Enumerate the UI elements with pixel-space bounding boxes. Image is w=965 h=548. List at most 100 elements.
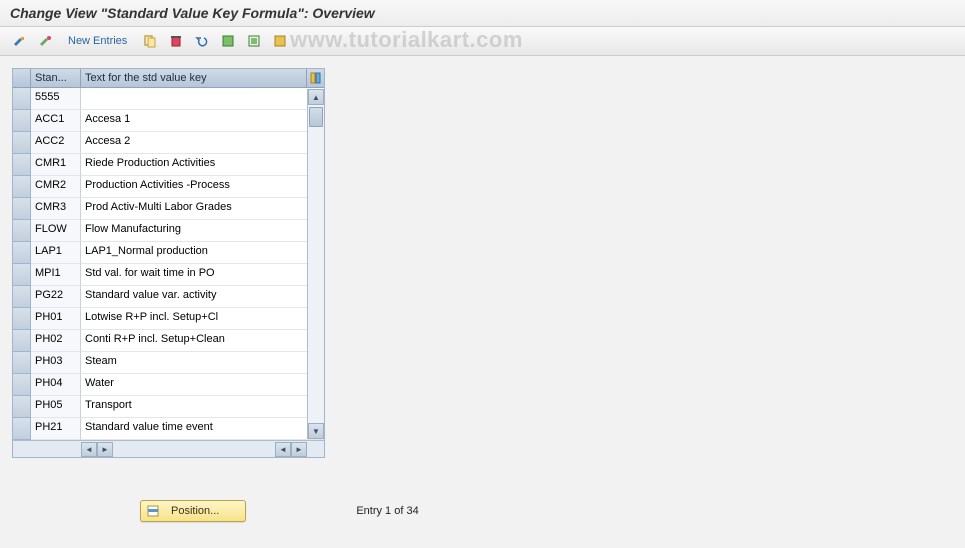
other-view-icon[interactable] [34, 31, 56, 51]
scroll-up-button[interactable]: ▲ [308, 89, 324, 105]
position-label: Position... [171, 505, 219, 517]
row-selector[interactable] [13, 220, 31, 242]
footer: Position... Entry 1 of 34 [140, 500, 419, 522]
key-cell[interactable]: CMR2 [31, 176, 81, 198]
deselect-all-icon[interactable] [269, 31, 291, 51]
row-selector[interactable] [13, 264, 31, 286]
table-container: Stan... Text for the std value key 5555A… [12, 68, 325, 458]
table-row: PH01Lotwise R+P incl. Setup+Cl [13, 308, 324, 330]
scroll-down-button[interactable]: ▼ [308, 423, 324, 439]
text-cell[interactable]: Std val. for wait time in PO [81, 264, 324, 286]
key-cell[interactable]: PH03 [31, 352, 81, 374]
table-row: PH21Standard value time event [13, 418, 324, 440]
table-row: CMR1Riede Production Activities [13, 154, 324, 176]
hscroll-left2-button[interactable]: ◄ [275, 442, 291, 457]
key-cell[interactable]: PH01 [31, 308, 81, 330]
text-cell[interactable]: Transport [81, 396, 324, 418]
table-row: PH02Conti R+P incl. Setup+Clean [13, 330, 324, 352]
hscroll-right2-button[interactable]: ► [291, 442, 307, 457]
table-row: ACC1Accesa 1 [13, 110, 324, 132]
text-cell[interactable]: Steam [81, 352, 324, 374]
table-row: ACC2Accesa 2 [13, 132, 324, 154]
position-icon [147, 504, 161, 518]
table-row: PH05Transport [13, 396, 324, 418]
text-cell[interactable]: Production Activities -Process [81, 176, 324, 198]
row-selector[interactable] [13, 176, 31, 198]
text-cell[interactable]: LAP1_Normal production [81, 242, 324, 264]
page-title-text: Change View "Standard Value Key Formula"… [10, 5, 375, 21]
toolbar: New Entries www.tutorialkart.com [0, 27, 965, 56]
key-cell[interactable]: CMR3 [31, 198, 81, 220]
entry-count-text: Entry 1 of 34 [356, 505, 418, 517]
scroll-thumb[interactable] [309, 107, 323, 127]
text-cell[interactable]: Standard value var. activity [81, 286, 324, 308]
position-button[interactable]: Position... [140, 500, 246, 522]
new-entries-label: New Entries [68, 35, 127, 47]
content-area: Stan... Text for the std value key 5555A… [0, 56, 965, 470]
column-header-key[interactable]: Stan... [31, 69, 81, 87]
key-cell[interactable]: PH05 [31, 396, 81, 418]
text-cell[interactable]: Water [81, 374, 324, 396]
row-selector[interactable] [13, 132, 31, 154]
table-row: MPI1Std val. for wait time in PO [13, 264, 324, 286]
page-title: Change View "Standard Value Key Formula"… [0, 0, 965, 27]
key-cell[interactable]: ACC2 [31, 132, 81, 154]
select-all-icon[interactable] [217, 31, 239, 51]
row-selector[interactable] [13, 330, 31, 352]
key-cell[interactable]: PG22 [31, 286, 81, 308]
key-cell[interactable]: PH21 [31, 418, 81, 440]
text-cell[interactable]: Standard value time event [81, 418, 324, 440]
display-change-toggle-icon[interactable] [8, 31, 30, 51]
row-selector[interactable] [13, 88, 31, 110]
row-selector[interactable] [13, 198, 31, 220]
column-header-text[interactable]: Text for the std value key [81, 69, 306, 87]
row-selector[interactable] [13, 242, 31, 264]
row-selector[interactable] [13, 352, 31, 374]
text-cell[interactable]: Lotwise R+P incl. Setup+Cl [81, 308, 324, 330]
row-selector[interactable] [13, 418, 31, 440]
delete-icon[interactable] [165, 31, 187, 51]
new-entries-button[interactable]: New Entries [60, 31, 135, 51]
text-cell[interactable]: Riede Production Activities [81, 154, 324, 176]
key-cell[interactable]: CMR1 [31, 154, 81, 176]
header-select-all[interactable] [13, 69, 31, 87]
hscroll-left-button[interactable]: ◄ [81, 442, 97, 457]
table-row: CMR3Prod Activ-Multi Labor Grades [13, 198, 324, 220]
select-block-icon[interactable] [243, 31, 265, 51]
table-settings-icon[interactable] [306, 69, 324, 87]
scroll-track[interactable] [308, 105, 324, 423]
text-cell[interactable]: Accesa 1 [81, 110, 324, 132]
copy-as-icon[interactable] [139, 31, 161, 51]
key-cell[interactable]: 5555 [31, 88, 81, 110]
undo-change-icon[interactable] [191, 31, 213, 51]
key-cell[interactable]: PH02 [31, 330, 81, 352]
key-cell[interactable]: MPI1 [31, 264, 81, 286]
text-cell[interactable]: Flow Manufacturing [81, 220, 324, 242]
table-header: Stan... Text for the std value key [13, 69, 324, 88]
key-cell[interactable]: LAP1 [31, 242, 81, 264]
table-row: CMR2Production Activities -Process [13, 176, 324, 198]
table-row: PG22Standard value var. activity [13, 286, 324, 308]
text-cell[interactable]: Prod Activ-Multi Labor Grades [81, 198, 324, 220]
row-selector[interactable] [13, 308, 31, 330]
watermark-text: www.tutorialkart.com [290, 27, 523, 53]
key-cell[interactable]: FLOW [31, 220, 81, 242]
row-selector[interactable] [13, 374, 31, 396]
vertical-scrollbar[interactable]: ▲ ▼ [307, 89, 324, 439]
table-body: 5555ACC1Accesa 1ACC2Accesa 2CMR1Riede Pr… [13, 88, 324, 440]
horizontal-scrollbar[interactable]: ◄ ► ◄ ► [13, 440, 324, 457]
table-row: PH04Water [13, 374, 324, 396]
row-selector[interactable] [13, 286, 31, 308]
table-row: 5555 [13, 88, 324, 110]
key-cell[interactable]: PH04 [31, 374, 81, 396]
table-row: LAP1LAP1_Normal production [13, 242, 324, 264]
row-selector[interactable] [13, 110, 31, 132]
table-row: PH03Steam [13, 352, 324, 374]
row-selector[interactable] [13, 154, 31, 176]
text-cell[interactable]: Conti R+P incl. Setup+Clean [81, 330, 324, 352]
row-selector[interactable] [13, 396, 31, 418]
text-cell[interactable] [81, 88, 324, 110]
hscroll-right-button[interactable]: ► [97, 442, 113, 457]
key-cell[interactable]: ACC1 [31, 110, 81, 132]
text-cell[interactable]: Accesa 2 [81, 132, 324, 154]
